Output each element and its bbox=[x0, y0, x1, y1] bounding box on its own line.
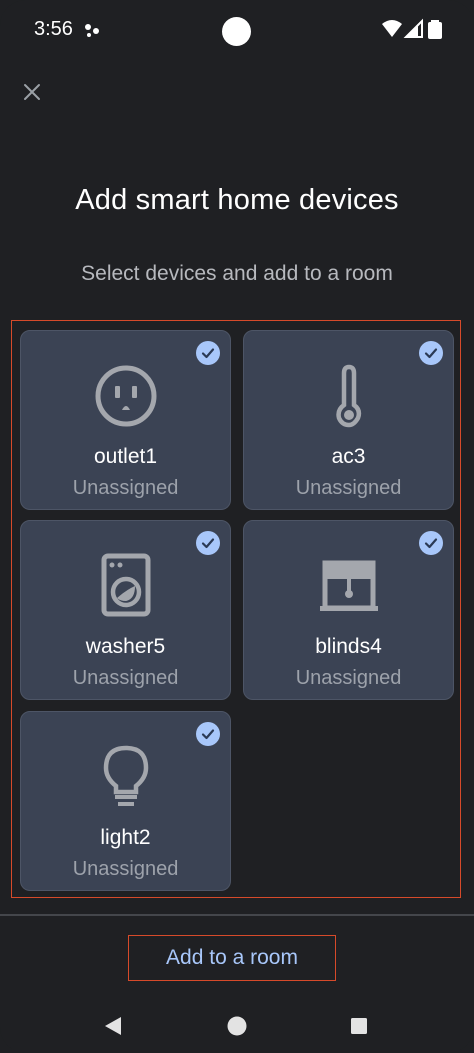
selected-check-icon bbox=[196, 722, 220, 746]
navigation-bar bbox=[0, 1000, 474, 1053]
camera-cutout bbox=[222, 17, 251, 46]
washer-icon bbox=[101, 553, 151, 617]
add-to-room-button[interactable]: Add to a room bbox=[128, 935, 336, 981]
device-card-outlet1[interactable]: outlet1 Unassigned bbox=[20, 330, 231, 510]
device-name: washer5 bbox=[85, 635, 166, 658]
assistant-dots-icon bbox=[85, 24, 99, 37]
device-room: Unassigned bbox=[295, 477, 402, 499]
close-button[interactable] bbox=[16, 76, 48, 108]
status-time: 3:56 bbox=[34, 18, 73, 40]
device-card-ac3[interactable]: ac3 Unassigned bbox=[243, 330, 454, 510]
screen: 3:56 Add smart home devices Select devic… bbox=[0, 0, 474, 1053]
page-subtitle: Select devices and add to a room bbox=[81, 262, 393, 285]
battery-icon bbox=[428, 20, 442, 39]
selected-check-icon bbox=[419, 341, 443, 365]
close-icon bbox=[24, 84, 40, 100]
blinds-icon bbox=[320, 560, 378, 611]
selected-check-icon bbox=[419, 531, 443, 555]
lightbulb-icon bbox=[103, 745, 149, 806]
device-card-blinds4[interactable]: blinds4 Unassigned bbox=[243, 520, 454, 700]
device-name: blinds4 bbox=[315, 635, 382, 658]
device-name: outlet1 bbox=[93, 445, 158, 468]
device-room: Unassigned bbox=[72, 858, 179, 880]
device-room: Unassigned bbox=[72, 667, 179, 689]
status-bar: 3:56 bbox=[0, 0, 474, 62]
thermometer-icon bbox=[336, 364, 362, 428]
home-icon[interactable] bbox=[225, 1014, 249, 1038]
device-room: Unassigned bbox=[295, 667, 402, 689]
device-room: Unassigned bbox=[72, 477, 179, 499]
cell-signal-icon bbox=[403, 18, 423, 38]
status-icons bbox=[382, 18, 442, 39]
outlet-icon bbox=[95, 365, 157, 427]
recents-icon[interactable] bbox=[347, 1014, 371, 1038]
selected-check-icon bbox=[196, 531, 220, 555]
device-name: ac3 bbox=[331, 445, 366, 468]
device-card-light2[interactable]: light2 Unassigned bbox=[20, 711, 231, 891]
back-icon[interactable] bbox=[101, 1014, 125, 1038]
selected-check-icon bbox=[196, 341, 220, 365]
page-title: Add smart home devices bbox=[75, 184, 399, 216]
device-card-washer5[interactable]: washer5 Unassigned bbox=[20, 520, 231, 700]
footer-divider bbox=[0, 914, 474, 916]
device-name: light2 bbox=[100, 826, 151, 849]
wifi-icon bbox=[382, 20, 402, 37]
